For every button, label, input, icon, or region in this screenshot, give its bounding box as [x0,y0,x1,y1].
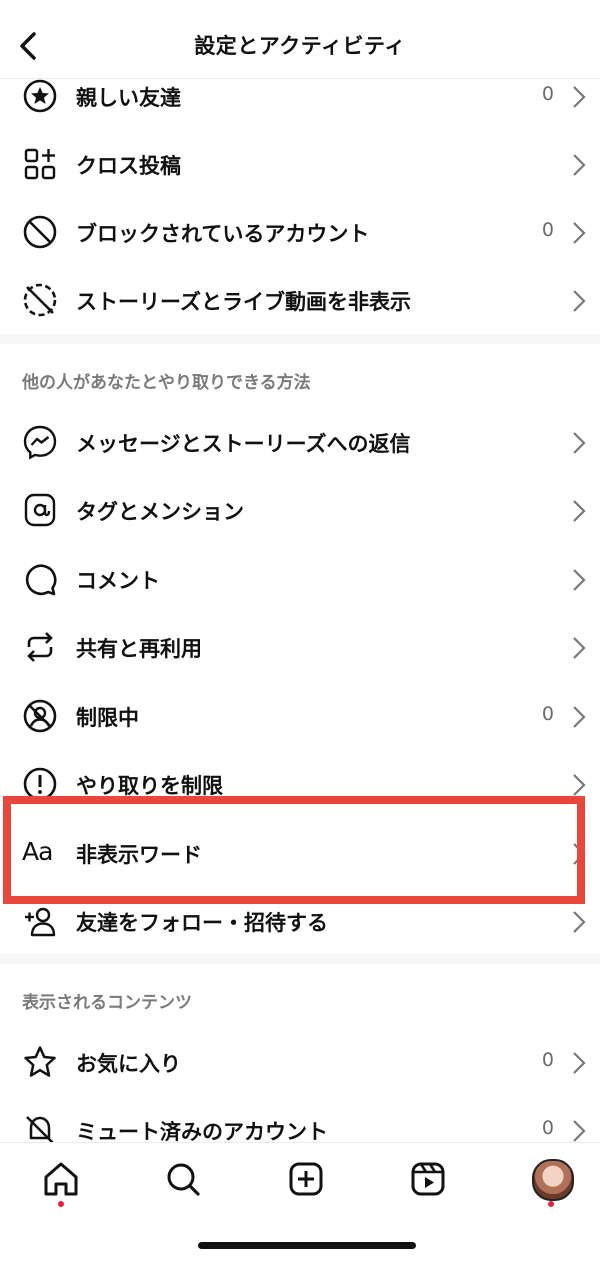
section-divider [0,954,600,964]
row-hidden-words[interactable]: Aa 非表示ワード [0,819,600,887]
row-count: 0 [541,219,554,241]
block-icon [23,215,57,249]
chevron-right-icon [573,500,586,522]
chevron-right-icon [573,154,586,176]
row-label: ストーリーズとライブ動画を非表示 [76,290,411,314]
row-blocked-accounts[interactable]: ブロックされているアカウント 0 [0,198,600,266]
chevron-right-icon [573,637,586,659]
row-close-friends[interactable]: 親しい友達 0 [0,62,600,130]
restricted-icon [23,699,57,733]
page-title: 設定とアクティビティ [194,34,406,58]
row-count: 0 [541,1117,554,1139]
hide-story-icon [23,283,57,317]
row-favorites[interactable]: お気に入り 0 [0,1028,600,1096]
row-label: ミュート済みのアカウント [76,1120,328,1142]
row-restricted[interactable]: 制限中 0 [0,682,600,750]
row-messages-replies[interactable]: メッセージとストーリーズへの返信 [0,408,600,476]
tab-create[interactable] [284,1157,328,1201]
row-label: メッセージとストーリーズへの返信 [76,432,411,456]
comment-icon [25,564,57,596]
row-muted-accounts[interactable]: ミュート済みのアカウント 0 [0,1096,600,1142]
chevron-right-icon [573,1120,586,1142]
row-label: やり取りを制限 [76,774,223,798]
create-icon [289,1162,323,1196]
add-person-icon [25,907,56,937]
grid-apps-icon [24,148,56,180]
profile-avatar[interactable] [532,1159,574,1201]
reels-icon [411,1162,445,1196]
row-label: 共有と再利用 [76,637,202,661]
row-label: 制限中 [76,706,139,730]
star-icon [24,1046,56,1077]
row-label: タグとメンション [76,500,244,524]
row-comments[interactable]: コメント [0,545,600,613]
notification-dot [548,1201,554,1207]
search-icon [167,1163,200,1196]
row-label: ブロックされているアカウント [76,222,370,246]
row-label: 非表示ワード [76,843,202,867]
chevron-right-icon [573,432,586,454]
row-label: コメント [76,569,160,593]
chevron-right-icon [573,1052,586,1074]
row-follow-invite[interactable]: 友達をフォロー・招待する [0,887,600,955]
row-label: 親しい友達 [76,86,181,110]
home-indicator [198,1242,416,1249]
chevron-right-icon [573,222,586,244]
home-icon [44,1162,78,1196]
row-count: 0 [541,83,554,105]
at-sign-icon [24,493,56,527]
tab-reels[interactable] [406,1157,450,1201]
messenger-icon [23,425,57,460]
chevron-right-icon [573,706,586,728]
section-title-content: 表示されるコンテンツ [22,993,192,1013]
section-title-interactions: 他の人があなたとやり取りできる方法 [22,373,311,393]
row-label: 友達をフォロー・招待する [76,911,328,935]
chevron-right-icon [573,569,586,591]
row-cross-posting[interactable]: クロス投稿 [0,130,600,198]
text-aa-icon: Aa [22,837,53,866]
repost-icon [27,632,53,662]
row-label: クロス投稿 [76,154,181,178]
tab-search[interactable] [161,1157,205,1201]
row-limit-interactions[interactable]: やり取りを制限 [0,750,600,818]
mute-bell-icon [26,1116,54,1142]
chevron-right-icon [573,774,586,796]
row-count: 0 [541,1049,554,1071]
row-sharing-remix[interactable]: 共有と再利用 [0,613,600,681]
row-tags-mentions[interactable]: タグとメンション [0,476,600,544]
section-divider [0,334,600,344]
row-label: お気に入り [76,1052,181,1076]
chevron-right-icon [573,911,586,933]
chevron-right-icon [573,86,586,108]
row-count: 0 [541,703,554,725]
row-hide-story-live[interactable]: ストーリーズとライブ動画を非表示 [0,266,600,334]
alert-circle-icon [23,767,57,801]
chevron-right-icon [573,843,586,865]
tab-home[interactable] [39,1157,83,1201]
star-circle-icon [23,79,57,113]
notification-dot [58,1201,64,1207]
chevron-right-icon [573,290,586,312]
